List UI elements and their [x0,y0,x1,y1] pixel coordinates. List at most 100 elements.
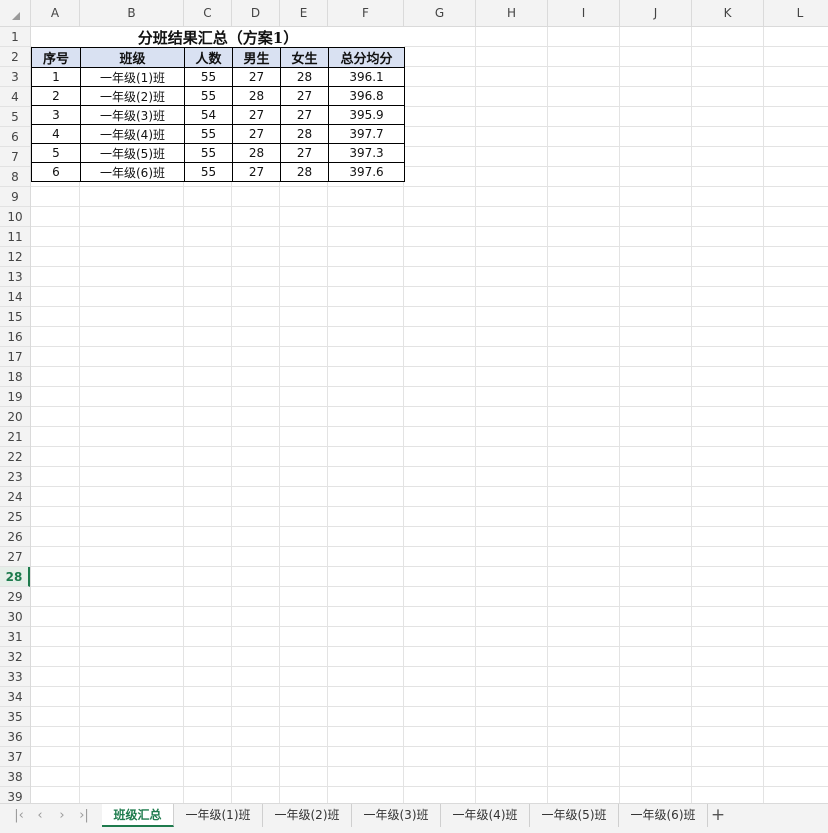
sheet-tab[interactable]: 一年级(1)班 [174,804,263,827]
next-sheet-icon[interactable]: › [53,807,71,825]
row-header[interactable]: 29 [0,587,30,607]
row-header[interactable]: 25 [0,507,30,527]
column-header[interactable]: F [328,0,404,26]
table-cell[interactable]: 55 [184,86,233,106]
table-cell[interactable]: 28 [280,124,329,144]
row-header[interactable]: 4 [0,87,30,107]
table-cell[interactable]: 28 [280,162,329,182]
row-header[interactable]: 32 [0,647,30,667]
row-header[interactable]: 38 [0,767,30,787]
column-header[interactable]: I [548,0,620,26]
table-cell[interactable]: 27 [280,143,329,163]
prev-sheet-icon[interactable]: ‹ [31,807,49,825]
row-header[interactable]: 13 [0,267,30,287]
table-cell[interactable]: 一年级(2)班 [80,86,185,106]
first-sheet-icon[interactable]: |‹ [10,807,28,825]
row-header[interactable]: 27 [0,547,30,567]
row-header[interactable]: 33 [0,667,30,687]
spreadsheet-grid[interactable]: ABCDEFGHIJKL 1 2 3 4 5 6 7 8 9 10 11 12 13 14 15 16 17 18… [0,0,828,803]
table-cell[interactable]: 27 [280,105,329,125]
header-cell[interactable]: 人数 [184,47,233,68]
row-header[interactable]: 28 [0,567,30,587]
column-header[interactable]: E [280,0,328,26]
table-cell[interactable]: 54 [184,105,233,125]
row-header[interactable]: 6 [0,127,30,147]
row-header[interactable]: 39 [0,787,30,803]
column-header[interactable]: L [764,0,828,26]
table-cell[interactable]: 55 [184,67,233,87]
header-cell[interactable]: 男生 [232,47,281,68]
sheet-title-cell[interactable]: 分班结果汇总（方案1） [32,27,404,47]
header-cell[interactable]: 总分均分 [328,47,405,68]
row-header[interactable]: 19 [0,387,30,407]
row-header[interactable]: 2 [0,47,30,67]
row-header[interactable]: 8 [0,167,30,187]
table-cell[interactable]: 4 [31,124,81,144]
column-header[interactable]: K [692,0,764,26]
table-cell[interactable]: 一年级(5)班 [80,143,185,163]
column-header[interactable]: G [404,0,476,26]
table-cell[interactable]: 6 [31,162,81,182]
sheet-tab[interactable]: 一年级(3)班 [352,804,441,827]
row-header[interactable]: 16 [0,327,30,347]
sheet-tab[interactable]: 一年级(6)班 [619,804,708,827]
row-header[interactable]: 7 [0,147,30,167]
column-header[interactable]: C [184,0,232,26]
table-cell[interactable]: 一年级(4)班 [80,124,185,144]
column-header[interactable]: B [80,0,184,26]
table-cell[interactable]: 27 [232,105,281,125]
header-cell[interactable]: 班级 [80,47,185,68]
table-cell[interactable]: 396.1 [328,67,405,87]
row-header[interactable]: 35 [0,707,30,727]
row-header[interactable]: 10 [0,207,30,227]
row-header[interactable]: 23 [0,467,30,487]
column-header[interactable]: D [232,0,280,26]
table-cell[interactable]: 55 [184,162,233,182]
row-header[interactable]: 31 [0,627,30,647]
row-header[interactable]: 12 [0,247,30,267]
header-cell[interactable]: 序号 [31,47,81,68]
last-sheet-icon[interactable]: ›| [75,807,93,825]
table-cell[interactable]: 一年级(3)班 [80,105,185,125]
row-header[interactable]: 24 [0,487,30,507]
column-header[interactable]: J [620,0,692,26]
header-cell[interactable]: 女生 [280,47,329,68]
select-all-corner[interactable] [0,0,31,27]
table-cell[interactable]: 一年级(6)班 [80,162,185,182]
row-header[interactable]: 17 [0,347,30,367]
table-cell[interactable]: 28 [232,143,281,163]
add-sheet-icon[interactable]: + [708,805,728,825]
table-cell[interactable]: 28 [232,86,281,106]
row-header[interactable]: 5 [0,107,30,127]
table-cell[interactable]: 396.8 [328,86,405,106]
row-header[interactable]: 36 [0,727,30,747]
column-header[interactable]: H [476,0,548,26]
column-header[interactable]: A [31,0,80,26]
table-cell[interactable]: 395.9 [328,105,405,125]
row-header[interactable]: 22 [0,447,30,467]
table-cell[interactable]: 27 [232,124,281,144]
row-header[interactable]: 9 [0,187,30,207]
sheet-tab[interactable]: 一年级(5)班 [530,804,619,827]
row-header[interactable]: 3 [0,67,30,87]
table-cell[interactable]: 397.3 [328,143,405,163]
table-cell[interactable]: 2 [31,86,81,106]
table-cell[interactable]: 55 [184,124,233,144]
row-header[interactable]: 34 [0,687,30,707]
row-header[interactable]: 20 [0,407,30,427]
row-header[interactable]: 14 [0,287,30,307]
sheet-tab[interactable]: 班级汇总 [102,804,174,827]
sheet-tab[interactable]: 一年级(4)班 [441,804,530,827]
table-cell[interactable]: 27 [232,67,281,87]
table-cell[interactable]: 27 [280,86,329,106]
row-header[interactable]: 26 [0,527,30,547]
row-header[interactable]: 18 [0,367,30,387]
table-cell[interactable]: 27 [232,162,281,182]
table-cell[interactable]: 397.7 [328,124,405,144]
table-cell[interactable]: 1 [31,67,81,87]
sheet-tab[interactable]: 一年级(2)班 [263,804,352,827]
table-cell[interactable]: 55 [184,143,233,163]
row-header[interactable]: 1 [0,27,30,47]
row-header[interactable]: 21 [0,427,30,447]
table-cell[interactable]: 5 [31,143,81,163]
